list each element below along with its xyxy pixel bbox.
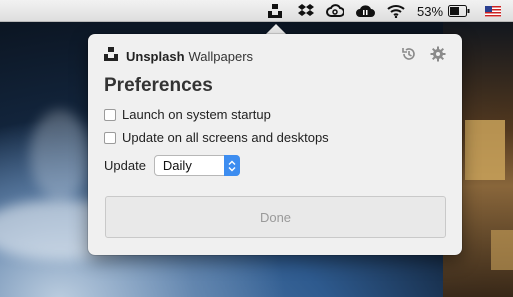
update-frequency-value: Daily	[162, 158, 192, 173]
preferences-popover: Unsplash Wallpapers Preferences Launch o…	[88, 34, 462, 255]
brand: Unsplash Wallpapers	[104, 47, 253, 66]
unsplash-icon[interactable]	[265, 0, 285, 22]
gear-icon[interactable]	[429, 45, 447, 63]
brand-subtitle: Wallpapers	[188, 49, 254, 64]
popover-arrow	[266, 24, 286, 34]
history-icon[interactable]	[400, 45, 418, 63]
cloud-sync-icon[interactable]	[353, 0, 377, 22]
update-all-screens-label: Update on all screens and desktops	[122, 130, 329, 145]
done-button[interactable]: Done	[105, 196, 446, 238]
update-label: Update	[104, 158, 146, 173]
battery-icon[interactable]	[447, 0, 471, 22]
battery-percent: 53%	[416, 3, 444, 19]
update-frequency-row: Update Daily	[104, 155, 240, 176]
chevron-updown-icon[interactable]	[223, 155, 240, 176]
update-all-screens-checkbox[interactable]	[104, 131, 116, 144]
dropbox-icon[interactable]	[295, 0, 317, 22]
brand-name: Unsplash	[126, 49, 185, 64]
satellite-panel	[465, 120, 505, 180]
satellite-panel	[491, 230, 513, 270]
us-flag-icon[interactable]	[483, 0, 503, 22]
option-launch-on-startup[interactable]: Launch on system startup	[104, 107, 271, 122]
menu-bar: 53%	[0, 0, 513, 22]
option-update-all-screens[interactable]: Update on all screens and desktops	[104, 130, 329, 145]
wifi-icon[interactable]	[385, 0, 407, 22]
earth-cloud	[30, 110, 90, 200]
unsplash-logo-icon	[104, 47, 118, 66]
update-frequency-select[interactable]: Daily	[153, 155, 240, 176]
done-label: Done	[259, 209, 292, 225]
creative-cloud-icon[interactable]	[324, 0, 346, 22]
launch-on-startup-label: Launch on system startup	[122, 107, 271, 122]
launch-on-startup-checkbox[interactable]	[104, 108, 116, 121]
page-title: Preferences	[104, 75, 213, 96]
